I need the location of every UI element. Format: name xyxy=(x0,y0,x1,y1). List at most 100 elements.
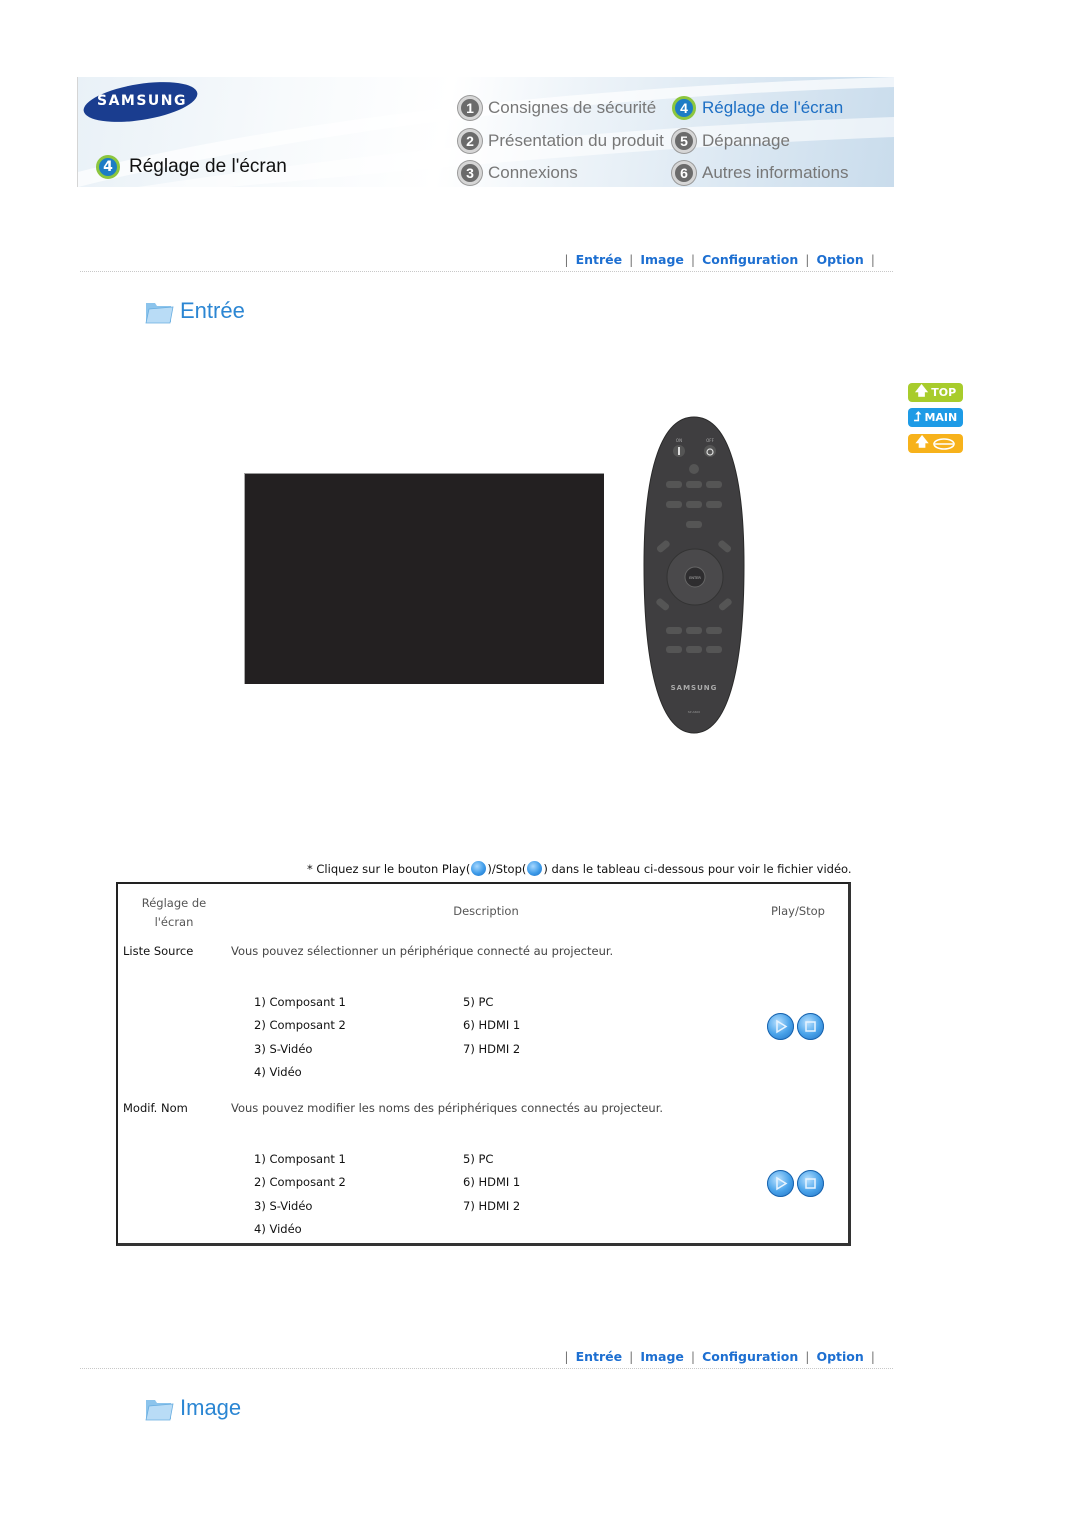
menu-item-reglage[interactable]: 4 Réglage de l'écran xyxy=(672,96,843,120)
section-number-badge: 4 xyxy=(96,155,120,179)
subnav-top: | Entrée | Image | Configuration | Optio… xyxy=(557,252,882,267)
subnav-link-option[interactable]: Option xyxy=(816,252,863,267)
note-middle: )/Stop( xyxy=(487,861,527,876)
arrow-turn-up-icon: ⮥ xyxy=(913,410,922,425)
number-5-icon: 5 xyxy=(672,129,696,153)
subnav-link-configuration[interactable]: Configuration xyxy=(702,252,798,267)
subnav-link-entree[interactable]: Entrée xyxy=(576,1349,623,1364)
svg-text:OFF: OFF xyxy=(706,438,714,443)
section-title: Image xyxy=(180,1395,242,1420)
arrow-up-icon: 🡅 xyxy=(914,383,929,399)
option-item: 2) Composant 2 xyxy=(254,1175,346,1189)
row-name-liste-source: Liste Source xyxy=(123,944,194,958)
row-description: Vous pouvez sélectionner un périphérique… xyxy=(231,944,614,958)
menu-item-depannage[interactable]: 5 Dépannage xyxy=(672,129,790,153)
number-1-icon: 1 xyxy=(458,96,482,120)
playstop-controls xyxy=(767,1013,824,1040)
video-instruction-note: * Cliquez sur le bouton Play( )/Stop( ) … xyxy=(307,861,852,876)
option-item: 7) HDMI 2 xyxy=(463,1042,521,1056)
column-header-setting: Réglage de l'écran xyxy=(128,894,220,932)
play-button[interactable] xyxy=(767,1013,794,1040)
separator: | xyxy=(629,252,634,267)
header-line: l'écran xyxy=(154,915,194,929)
number-3-icon: 3 xyxy=(458,161,482,185)
separator: | xyxy=(564,252,569,267)
menu-item-label: Dépannage xyxy=(702,131,790,150)
separator: | xyxy=(805,252,810,267)
top-button[interactable]: 🡅 TOP xyxy=(908,383,963,402)
top-button-label: TOP xyxy=(931,386,957,399)
play-button[interactable] xyxy=(767,1170,794,1197)
option-item: 3) S-Vidéo xyxy=(254,1042,313,1056)
separator: | xyxy=(564,1349,569,1364)
row-name-modif-nom: Modif. Nom xyxy=(123,1101,188,1115)
subnav-link-image[interactable]: Image xyxy=(640,1349,684,1364)
separator: | xyxy=(870,1349,875,1364)
option-item: 6) HDMI 1 xyxy=(463,1175,521,1189)
menu-item-label: Consignes de sécurité xyxy=(488,98,657,117)
menu-item-label: Connexions xyxy=(488,163,578,182)
number-2-icon: 2 xyxy=(458,129,482,153)
dotted-divider xyxy=(80,1368,893,1369)
svg-text:SAMSUNG: SAMSUNG xyxy=(671,684,718,692)
stop-icon xyxy=(805,1021,816,1032)
subnav-bottom: | Entrée | Image | Configuration | Optio… xyxy=(557,1349,882,1364)
subnav-link-option[interactable]: Option xyxy=(816,1349,863,1364)
main-button-label: MAIN xyxy=(924,411,958,424)
option-item: 5) PC xyxy=(463,995,494,1009)
option-item: 6) HDMI 1 xyxy=(463,1018,521,1032)
menu-item-label: Réglage de l'écran xyxy=(702,98,844,117)
play-icon xyxy=(471,861,487,876)
separator: | xyxy=(690,1349,696,1364)
separator: | xyxy=(629,1349,634,1364)
menu-item-autres[interactable]: 6 Autres informations xyxy=(672,161,848,185)
column-header-playstop: Play/Stop xyxy=(770,904,825,918)
remote-control-image: ON OFF ENTER SAMSUNG SP·A600 xyxy=(643,416,745,734)
menu-item-presentation[interactable]: 2 Présentation du produit xyxy=(458,129,664,153)
settings-table: Réglage de l'écran Description Play/Stop… xyxy=(116,882,851,1246)
stop-button[interactable] xyxy=(797,1170,824,1197)
current-section-title: 4 Réglage de l'écran xyxy=(96,155,287,179)
option-item: 5) PC xyxy=(463,1152,494,1166)
menu-item-label: Autres informations xyxy=(702,163,849,182)
menu-item-connexions[interactable]: 3 Connexions xyxy=(458,161,578,185)
stop-icon xyxy=(527,861,543,876)
samsung-logo[interactable]: SAMSUNG xyxy=(80,77,201,129)
option-item: 1) Composant 1 xyxy=(254,995,346,1009)
note-prefix: * Cliquez sur le bouton Play( xyxy=(307,861,471,876)
folder-icon xyxy=(145,303,174,324)
option-item: 4) Vidéo xyxy=(254,1222,302,1236)
number-6-icon: 6 xyxy=(672,161,696,185)
play-icon xyxy=(776,1176,788,1191)
play-icon xyxy=(776,1019,788,1034)
subnav-link-configuration[interactable]: Configuration xyxy=(702,1349,798,1364)
playstop-controls xyxy=(767,1170,824,1197)
note-suffix: ) dans le tableau ci-dessous pour voir l… xyxy=(543,861,852,876)
column-header-description: Description xyxy=(453,904,519,918)
row-description: Vous pouvez modifier les noms des périph… xyxy=(231,1101,664,1115)
section-heading-entree: Entrée xyxy=(144,298,245,324)
menu-item-label: Présentation du produit xyxy=(488,131,664,150)
section-title: Entrée xyxy=(180,298,245,323)
projection-screen-image xyxy=(244,473,604,684)
number-4-icon: 4 xyxy=(672,96,696,120)
dotted-divider xyxy=(80,271,893,272)
subnav-link-entree[interactable]: Entrée xyxy=(576,252,623,267)
separator: | xyxy=(870,252,875,267)
option-item: 4) Vidéo xyxy=(254,1065,302,1079)
subnav-link-image[interactable]: Image xyxy=(640,252,684,267)
lips-icon xyxy=(932,437,955,450)
option-item: 2) Composant 2 xyxy=(254,1018,346,1032)
section-heading-image: Image xyxy=(144,1395,241,1421)
menu-item-consignes[interactable]: 1 Consignes de sécurité xyxy=(458,96,656,120)
current-section-label: Réglage de l'écran xyxy=(129,156,287,177)
stop-button[interactable] xyxy=(797,1013,824,1040)
folder-icon xyxy=(145,1400,174,1421)
header-line: Réglage de xyxy=(141,896,207,910)
svg-text:ENTER: ENTER xyxy=(689,576,701,580)
option-item: 7) HDMI 2 xyxy=(463,1199,521,1213)
option-item: 1) Composant 1 xyxy=(254,1152,346,1166)
previous-button[interactable]: 🡅 xyxy=(908,434,963,453)
main-button[interactable]: ⮥ MAIN xyxy=(908,408,963,427)
option-item: 3) S-Vidéo xyxy=(254,1199,313,1213)
